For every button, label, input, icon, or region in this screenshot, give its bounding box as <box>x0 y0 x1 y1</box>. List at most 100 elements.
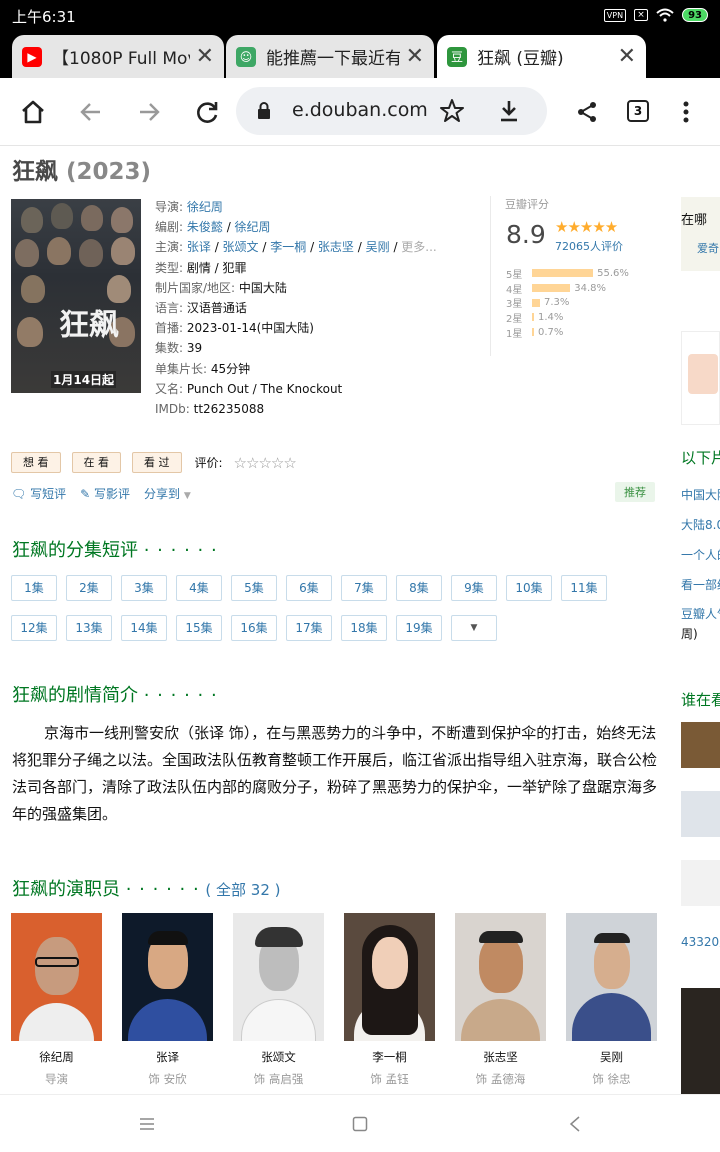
write-review-link[interactable]: ✎ 写影评 <box>80 485 130 502</box>
tab-chat[interactable]: ☺ 能推薦一下最近有 ✕ <box>226 35 434 78</box>
episode-button[interactable]: 5集 <box>231 575 277 601</box>
close-icon[interactable]: ✕ <box>196 44 214 69</box>
sidebar-link[interactable]: 看一部经 <box>681 576 720 593</box>
cast-photo[interactable] <box>122 913 213 1041</box>
cast-name[interactable]: 张志坚 <box>455 1049 546 1065</box>
sidebar-link[interactable]: 一个人的 <box>681 546 720 563</box>
synopsis-section-title: 狂飙的剧情简介 · · · · · · <box>12 685 218 706</box>
episode-button[interactable]: 13集 <box>66 615 112 641</box>
sidebar-user-avatar[interactable] <box>681 791 720 837</box>
sidebar-user-avatar[interactable] <box>681 722 720 768</box>
sidebar-ad-image[interactable] <box>681 331 720 425</box>
episodes-section-title: 狂飙的分集短评 · · · · · · <box>12 540 218 561</box>
episode-button[interactable]: 14集 <box>121 615 167 641</box>
sidebar-link[interactable]: 大陆8.0 <box>681 516 720 533</box>
sidebar-love-link[interactable]: 爱奇 <box>697 240 719 256</box>
home-icon[interactable] <box>17 96 49 128</box>
sidebar-user-avatar[interactable] <box>681 860 720 906</box>
menu-icon[interactable] <box>139 1117 155 1131</box>
forward-arrow-icon[interactable] <box>133 96 165 128</box>
back-icon[interactable] <box>569 1116 581 1132</box>
episode-button[interactable]: 16集 <box>231 615 277 641</box>
sidebar-video-thumbnail[interactable] <box>681 988 720 1094</box>
cast-member[interactable]: 张颂文 饰 高启强 <box>233 913 324 1087</box>
cast-role: 饰 高启强 <box>253 1072 304 1086</box>
episode-button[interactable]: 7集 <box>341 575 387 601</box>
episode-button[interactable]: 10集 <box>506 575 552 601</box>
poster-title: 狂飙 <box>59 308 119 343</box>
episodes-expand-button[interactable]: ▼ <box>451 615 497 641</box>
episode-button[interactable]: 12集 <box>11 615 57 641</box>
cast-photo[interactable] <box>11 913 102 1041</box>
cast-photo[interactable] <box>566 913 657 1041</box>
cast-link[interactable]: 吴刚 <box>366 240 390 254</box>
cast-more-link[interactable]: 更多... <box>401 240 436 254</box>
episode-button[interactable]: 9集 <box>451 575 497 601</box>
episode-button[interactable]: 17集 <box>286 615 332 641</box>
sidebar-link[interactable]: 豆瓣人气 <box>681 605 720 622</box>
cast-name[interactable]: 张译 <box>122 1049 213 1065</box>
writer-link[interactable]: 朱俊懿 <box>187 220 223 234</box>
address-bar[interactable]: e.douban.com <box>236 87 547 135</box>
want-to-watch-button[interactable]: 想 看 <box>11 452 61 473</box>
bookmark-star-icon[interactable] <box>439 98 465 124</box>
home-square-icon[interactable] <box>352 1116 368 1132</box>
watching-button[interactable]: 在 看 <box>71 452 121 473</box>
chevron-down-icon: ▼ <box>183 491 191 501</box>
cast-link[interactable]: 李一桐 <box>270 240 306 254</box>
tab-youtube[interactable]: ▶ 【1080P Full Movi ✕ <box>12 35 224 78</box>
cast-photo[interactable] <box>455 913 546 1041</box>
lock-icon[interactable] <box>256 101 272 121</box>
writer-link[interactable]: 徐纪周 <box>235 220 271 234</box>
episode-button[interactable]: 1集 <box>11 575 57 601</box>
close-icon[interactable]: ✕ <box>618 44 636 69</box>
cast-member[interactable]: 徐纪周 导演 <box>11 913 102 1087</box>
cast-link[interactable]: 张志坚 <box>318 240 354 254</box>
rating-count-link[interactable]: 72065人评价 <box>555 238 623 254</box>
cast-photo[interactable] <box>233 913 324 1041</box>
info-premiere: 首播: 2023-01-14(中国大陆) <box>155 321 314 336</box>
share-icon[interactable] <box>575 100 599 124</box>
episode-button[interactable]: 11集 <box>561 575 607 601</box>
director-link[interactable]: 徐纪周 <box>187 200 223 214</box>
sidebar-link[interactable]: 中国大陆 <box>681 486 720 503</box>
sidebar-count-link[interactable]: 43320人 <box>681 933 720 950</box>
recommend-button[interactable]: 推荐 <box>615 482 655 502</box>
cast-member[interactable]: 李一桐 饰 孟钰 <box>344 913 435 1087</box>
episode-button[interactable]: 6集 <box>286 575 332 601</box>
all-cast-link[interactable]: ( 全部 32 ) <box>205 881 280 899</box>
cast-name[interactable]: 徐纪周 <box>11 1049 102 1065</box>
reload-icon[interactable] <box>191 96 223 128</box>
url-text[interactable]: e.douban.com <box>292 99 428 121</box>
episode-button[interactable]: 15集 <box>176 615 222 641</box>
cast-link[interactable]: 张译 <box>187 240 211 254</box>
cast-member[interactable]: 张译 饰 安欣 <box>122 913 213 1087</box>
more-menu-icon[interactable] <box>676 100 696 124</box>
download-icon[interactable] <box>497 98 521 124</box>
cast-name[interactable]: 吴刚 <box>566 1049 657 1065</box>
rate-stars-input[interactable]: ☆☆☆☆☆ <box>234 454 297 472</box>
episode-button[interactable]: 4集 <box>176 575 222 601</box>
episode-button[interactable]: 2集 <box>66 575 112 601</box>
cast-photo[interactable] <box>344 913 435 1041</box>
douban-icon: 豆 <box>447 46 467 67</box>
back-arrow-icon[interactable] <box>75 96 107 128</box>
cast-link[interactable]: 张颂文 <box>223 240 259 254</box>
share-link[interactable]: 分享到 ▼ <box>144 485 191 502</box>
close-icon[interactable]: ✕ <box>406 44 424 69</box>
movie-year: (2023) <box>66 159 152 185</box>
watched-button[interactable]: 看 过 <box>132 452 182 473</box>
cast-name[interactable]: 张颂文 <box>233 1049 324 1065</box>
write-short-review-link[interactable]: 🗨 写短评 <box>11 485 66 502</box>
cast-name[interactable]: 李一桐 <box>344 1049 435 1065</box>
cast-member[interactable]: 张志坚 饰 孟德海 <box>455 913 546 1087</box>
episode-button[interactable]: 18集 <box>341 615 387 641</box>
cast-member[interactable]: 吴刚 饰 徐忠 <box>566 913 657 1087</box>
tab-douban[interactable]: 豆 狂飙 (豆瓣) ✕ <box>437 35 646 78</box>
episode-button[interactable]: 19集 <box>396 615 442 641</box>
info-writers: 编剧: 朱俊懿 / 徐纪周 <box>155 220 271 235</box>
poster-image[interactable]: 狂飙 1月14日起 <box>11 199 141 393</box>
episode-button[interactable]: 8集 <box>396 575 442 601</box>
episode-button[interactable]: 3集 <box>121 575 167 601</box>
tab-count-button[interactable]: 3 <box>627 100 649 122</box>
